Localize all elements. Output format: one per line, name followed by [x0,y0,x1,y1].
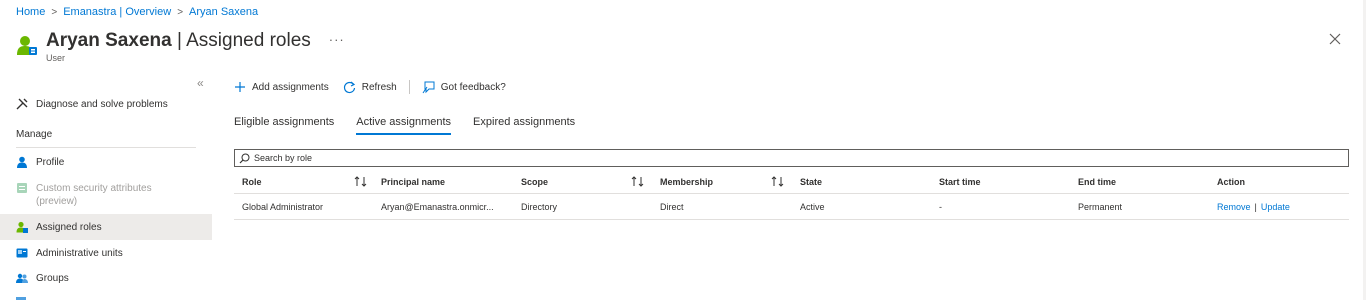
close-icon[interactable] [1328,32,1342,46]
assignment-tabs: Eligible assignments Active assignments … [234,116,575,135]
column-header-membership[interactable]: Membership [660,170,713,193]
person-icon [16,156,28,168]
feedback-icon [422,81,435,93]
sidebar-item-label: Diagnose and solve problems [36,98,168,110]
column-header-role[interactable]: Role [242,170,262,193]
column-header-state[interactable]: State [800,170,822,193]
column-header-action: Action [1217,176,1245,187]
sidebar-item-label: Profile [36,156,65,168]
sidebar-item-groups[interactable]: Groups [0,265,212,291]
command-bar: Add assignments Refresh Got feedback? [234,78,506,96]
cell-role: Global Administrator [242,201,324,212]
wrench-icon [16,98,28,110]
remove-link[interactable]: Remove [1217,202,1251,212]
cell-action: Remove | Update [1217,194,1290,219]
sidebar-divider [16,147,196,148]
cell-start-time: - [939,201,942,212]
action-separator: | [1254,201,1257,212]
attributes-icon [16,182,28,194]
assignments-table: Role Principal name Scope Membership Sta… [234,170,1349,220]
cell-end-time: Permanent [1078,201,1123,212]
breadcrumb: Home > Emanastra | Overview > Aryan Saxe… [16,6,258,18]
toolbar-divider [408,80,410,94]
cell-membership: Direct [660,201,684,212]
cell-principal-name: Aryan@Emanastra.onmicr... [381,201,494,212]
column-header-scope[interactable]: Scope [521,170,548,193]
sidebar-item-assigned-roles[interactable]: Assigned roles [0,214,212,240]
breadcrumb-user[interactable]: Aryan Saxena [189,6,258,18]
tab-eligible-assignments[interactable]: Eligible assignments [234,116,334,135]
sort-icon[interactable] [354,170,367,193]
page-header: Aryan Saxena | Assigned roles ··· User [16,30,345,63]
sidebar-item-administrative-units[interactable]: Administrative units [0,240,212,266]
collapse-sidebar-icon[interactable]: « [197,76,204,90]
column-header-principal-name[interactable]: Principal name [381,170,445,193]
add-assignments-label: Add assignments [252,81,329,93]
breadcrumb-overview[interactable]: Emanastra | Overview [63,6,171,18]
cell-state: Active [800,201,825,212]
sort-icon[interactable] [631,170,644,193]
update-link[interactable]: Update [1261,202,1290,212]
sort-icon[interactable] [771,170,784,193]
search-input[interactable] [254,153,654,163]
breadcrumb-home[interactable]: Home [16,6,45,18]
sidebar-section-manage: Manage [16,129,53,140]
add-assignments-button[interactable]: Add assignments [234,81,329,93]
sidebar-item-label: Administrative units [36,247,123,259]
sidebar-item-label: Custom security attributes [36,183,152,194]
plus-icon [235,82,245,92]
tab-active-assignments[interactable]: Active assignments [356,116,452,135]
group-icon [16,272,28,284]
sidebar-item-label-group: Custom security attributes (preview) [36,182,152,208]
table-header-row: Role Principal name Scope Membership Sta… [234,170,1349,194]
sidebar-item-label-preview: (preview) [36,196,78,207]
sidebar-item-label: Assigned roles [36,221,102,233]
feedback-button[interactable]: Got feedback? [422,81,506,94]
admin-units-icon [16,247,28,259]
refresh-icon [343,81,355,93]
sidebar-item-diagnose[interactable]: Diagnose and solve problems [0,91,212,117]
sidebar-item-label: Groups [36,272,69,284]
feedback-label: Got feedback? [440,81,506,93]
refresh-button[interactable]: Refresh [343,81,397,94]
sidebar-item-profile[interactable]: Profile [0,149,212,175]
chevron-right-icon: > [51,6,58,18]
more-options-icon[interactable]: ··· [329,32,345,47]
search-box [234,149,1349,167]
chevron-right-icon: > [177,6,184,18]
tab-expired-assignments[interactable]: Expired assignments [473,116,575,135]
user-icon [17,36,37,55]
table-row[interactable]: Global Administrator Aryan@Emanastra.onm… [234,194,1349,220]
user-role-icon [16,221,28,233]
column-header-start-time[interactable]: Start time [939,170,981,193]
page-title: Aryan Saxena | Assigned roles [46,30,311,51]
page-subtitle: User [46,53,66,63]
column-header-end-time[interactable]: End time [1078,170,1116,193]
search-icon [239,153,250,163]
refresh-label: Refresh [361,81,397,93]
cell-scope: Directory [521,201,558,212]
sidebar-item-custom-security-attributes[interactable]: Custom security attributes (preview) [0,178,212,212]
